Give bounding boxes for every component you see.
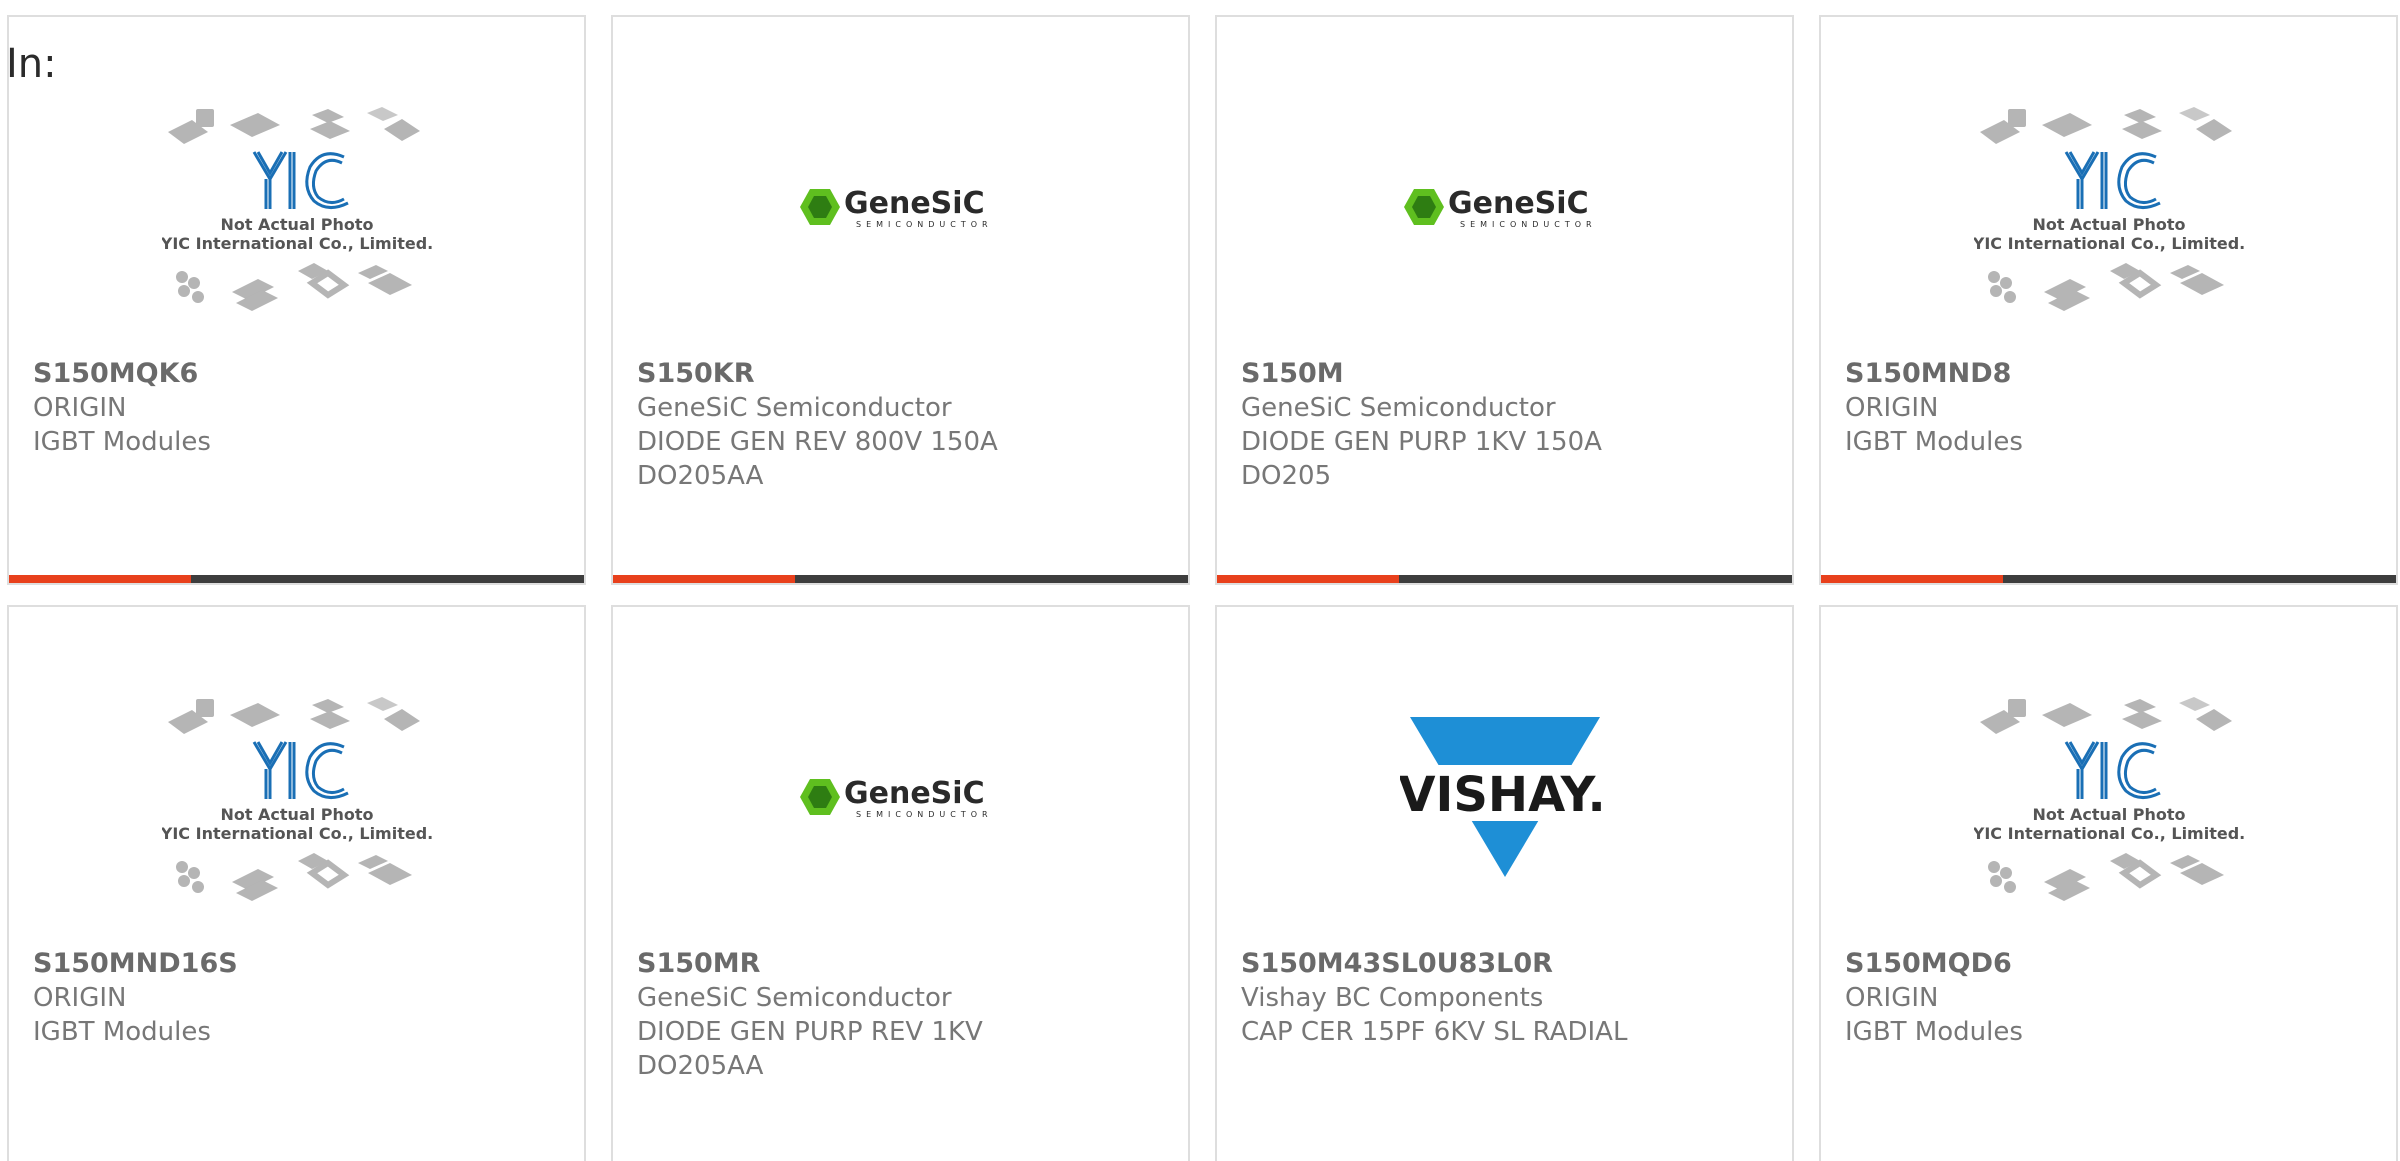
product-card[interactable]: VISHAY. S150M43SL0U83L0R Vishay BC Compo… xyxy=(1215,605,1794,1161)
svg-text:SEMICONDUCTOR: SEMICONDUCTOR xyxy=(856,810,993,819)
manufacturer: GeneSiC Semiconductor xyxy=(637,393,952,423)
product-card[interactable]: GeneSiC SEMICONDUCTOR S150MR GeneSiC Sem… xyxy=(611,605,1190,1161)
part-number[interactable]: S150MND16S xyxy=(33,947,564,981)
manufacturer: ORIGIN xyxy=(33,983,127,1013)
product-card[interactable]: Not Actual Photo YIC International Co., … xyxy=(7,15,586,585)
svg-text:Not Actual Photo: Not Actual Photo xyxy=(220,805,373,824)
product-card[interactable]: GeneSiC SEMICONDUCTOR S150KR GeneSiC Sem… xyxy=(611,15,1190,585)
svg-text:Not Actual Photo: Not Actual Photo xyxy=(220,215,373,234)
manufacturer: GeneSiC Semiconductor xyxy=(1241,393,1556,423)
description: IGBT Modules xyxy=(33,427,211,457)
package: DO205AA xyxy=(637,1051,764,1081)
manufacturer: ORIGIN xyxy=(1845,983,1939,1013)
description: IGBT Modules xyxy=(1845,427,2023,457)
vishay-logo: VISHAY. xyxy=(1217,677,1792,917)
genesic-logo: GeneSiC SEMICONDUCTOR xyxy=(613,677,1188,917)
yic-placeholder-image: Not Actual Photo YIC International Co., … xyxy=(9,677,584,917)
part-number[interactable]: S150M xyxy=(1241,357,1772,391)
svg-text:GeneSiC: GeneSiC xyxy=(844,776,985,811)
package: DO205AA xyxy=(637,461,764,491)
product-card[interactable]: GeneSiC SEMICONDUCTOR S150M GeneSiC Semi… xyxy=(1215,15,1794,585)
manufacturer: ORIGIN xyxy=(33,393,127,423)
card-bottom-bar xyxy=(1821,575,2396,583)
svg-text:GeneSiC: GeneSiC xyxy=(1448,186,1589,221)
genesic-logo: GeneSiC SEMICONDUCTOR xyxy=(1217,87,1792,327)
package: DO205 xyxy=(1241,461,1332,491)
manufacturer: Vishay BC Components xyxy=(1241,983,1544,1013)
product-card[interactable]: Not Actual Photo YIC International Co., … xyxy=(1819,15,2398,585)
manufacturer: ORIGIN xyxy=(1845,393,1939,423)
part-number[interactable]: S150MQK6 xyxy=(33,357,564,391)
product-card[interactable]: Not Actual Photo YIC International Co., … xyxy=(7,605,586,1161)
svg-text:YIC International Co., Limited: YIC International Co., Limited. xyxy=(1974,824,2244,843)
genesic-logo: GeneSiC SEMICONDUCTOR xyxy=(613,87,1188,327)
product-info: S150MND8 ORIGIN IGBT Modules xyxy=(1845,357,2376,459)
yic-placeholder-image: Not Actual Photo YIC International Co., … xyxy=(1821,87,2396,327)
product-info: S150M GeneSiC Semiconductor DIODE GEN PU… xyxy=(1241,357,1772,493)
product-info: S150MND16S ORIGIN IGBT Modules xyxy=(33,947,564,1049)
description: IGBT Modules xyxy=(33,1017,211,1047)
svg-text:SEMICONDUCTOR: SEMICONDUCTOR xyxy=(856,220,993,229)
description: IGBT Modules xyxy=(1845,1017,2023,1047)
product-results-page: In: Not Actual Photo YIC International C… xyxy=(0,0,2400,1161)
part-number[interactable]: S150M43SL0U83L0R xyxy=(1241,947,1772,981)
card-bottom-bar xyxy=(613,575,1188,583)
svg-text:YIC International Co., Limited: YIC International Co., Limited. xyxy=(162,234,432,253)
product-card[interactable]: Not Actual Photo YIC International Co., … xyxy=(1819,605,2398,1161)
svg-text:Not Actual Photo: Not Actual Photo xyxy=(2032,805,2185,824)
svg-text:GeneSiC: GeneSiC xyxy=(844,186,985,221)
yic-placeholder-image: Not Actual Photo YIC International Co., … xyxy=(9,87,584,327)
yic-placeholder-image: Not Actual Photo YIC International Co., … xyxy=(1821,677,2396,917)
description: DIODE GEN PURP 1KV 150A xyxy=(1241,427,1602,457)
part-number[interactable]: S150MQD6 xyxy=(1845,947,2376,981)
description: DIODE GEN REV 800V 150A xyxy=(637,427,998,457)
svg-text:Not Actual Photo: Not Actual Photo xyxy=(2032,215,2185,234)
in-label: In: xyxy=(6,41,57,87)
product-grid: Not Actual Photo YIC International Co., … xyxy=(0,0,2400,1161)
description: CAP CER 15PF 6KV SL RADIAL xyxy=(1241,1017,1628,1047)
svg-text:YIC International Co., Limited: YIC International Co., Limited. xyxy=(1974,234,2244,253)
part-number[interactable]: S150MR xyxy=(637,947,1168,981)
part-number[interactable]: S150KR xyxy=(637,357,1168,391)
svg-text:SEMICONDUCTOR: SEMICONDUCTOR xyxy=(1460,220,1597,229)
part-number[interactable]: S150MND8 xyxy=(1845,357,2376,391)
manufacturer: GeneSiC Semiconductor xyxy=(637,983,952,1013)
product-info: S150KR GeneSiC Semiconductor DIODE GEN R… xyxy=(637,357,1168,493)
product-info: S150M43SL0U83L0R Vishay BC Components CA… xyxy=(1241,947,1772,1049)
description: DIODE GEN PURP REV 1KV xyxy=(637,1017,983,1047)
card-bottom-bar xyxy=(1217,575,1792,583)
product-info: S150MQK6 ORIGIN IGBT Modules xyxy=(33,357,564,459)
svg-text:YIC International Co., Limited: YIC International Co., Limited. xyxy=(162,824,432,843)
svg-text:VISHAY.: VISHAY. xyxy=(1400,767,1606,823)
product-info: S150MR GeneSiC Semiconductor DIODE GEN P… xyxy=(637,947,1168,1083)
product-info: S150MQD6 ORIGIN IGBT Modules xyxy=(1845,947,2376,1049)
card-bottom-bar xyxy=(9,575,584,583)
